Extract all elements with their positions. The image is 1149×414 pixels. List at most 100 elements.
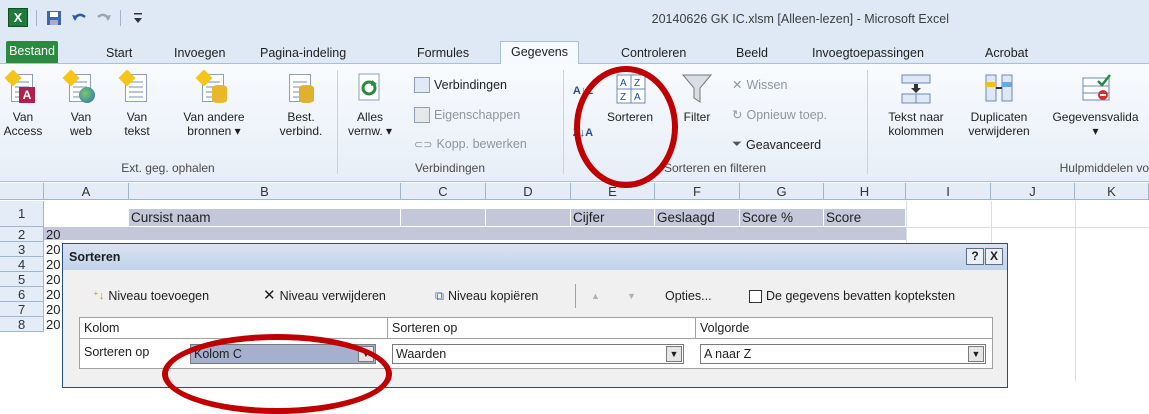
row-header-2[interactable]: 2	[0, 227, 44, 242]
cell-g1[interactable]: Score %	[740, 209, 824, 226]
sort-on-select[interactable]: Waarden ▼	[392, 344, 684, 364]
delete-level-button[interactable]: ✕ Niveau verwijderen	[263, 286, 386, 306]
from-text-button[interactable]: Van tekst	[116, 69, 158, 138]
add-level-button[interactable]: ⁺↓ Niveau toevoegen	[93, 286, 209, 306]
tab-bestand[interactable]: Bestand	[6, 41, 58, 63]
existing-connections-icon	[285, 72, 317, 106]
cell-a4[interactable]: 20	[46, 257, 60, 272]
web-icon	[62, 69, 97, 106]
column-header-d[interactable]: D	[486, 183, 571, 200]
tab-start[interactable]: Start	[106, 43, 132, 65]
reapply-button[interactable]: ↻ Opnieuw toep.	[732, 107, 827, 123]
row-header-8[interactable]: 8	[0, 317, 44, 332]
column-header-a[interactable]: A	[44, 183, 129, 200]
copy-level-button[interactable]: ⧉ Niveau kopiëren	[435, 286, 538, 306]
tab-pagina-indeling[interactable]: Pagina-indeling	[260, 43, 346, 65]
row-header-3[interactable]: 3	[0, 242, 44, 257]
from-access-button[interactable]: A Van Access	[2, 69, 44, 138]
options-button[interactable]: Opties...	[665, 286, 712, 306]
dialog-title-bar[interactable]: Sorteren ? X	[63, 244, 1007, 270]
filter-button[interactable]: Filter	[674, 72, 720, 124]
tab-beeld[interactable]: Beeld	[736, 43, 768, 65]
chevron-down-icon[interactable]: ▼	[968, 346, 984, 362]
row-header-5[interactable]: 5	[0, 272, 44, 287]
cell-a1[interactable]	[44, 209, 129, 226]
column-header-f[interactable]: F	[655, 183, 740, 200]
row-header-1[interactable]: 1	[0, 201, 44, 227]
tab-gegevens[interactable]: Gegevens	[500, 41, 579, 64]
sort-grid-header: Kolom Sorteren op Volgorde	[79, 317, 993, 339]
chain-link-icon: ⊂⊃	[414, 138, 433, 151]
sort-a-to-z-button[interactable]: A↓Z	[572, 84, 594, 98]
sort-z-to-a-button[interactable]: Z↓A	[572, 126, 594, 140]
column-header-g[interactable]: G	[740, 183, 824, 200]
cell-a5[interactable]: 20	[46, 272, 60, 287]
sort-level-row[interactable]: Sorteren op Kolom C ▼ Waarden ▼ A naar Z…	[79, 339, 993, 369]
advanced-filter-icon: ⏷	[732, 137, 743, 151]
refresh-all-button[interactable]: Alles vernw. ▾	[344, 72, 396, 138]
sort-za-icon: Z↓A	[572, 127, 594, 139]
cell-a8[interactable]: 20	[46, 317, 60, 332]
select-all-corner[interactable]	[0, 183, 44, 200]
cell-e1[interactable]: Cijfer	[571, 209, 655, 226]
connections-icon	[414, 77, 430, 93]
window-title: 20140626 GK IC.xlsm [Alleen-lezen] - Mic…	[651, 12, 949, 26]
group-label-ext: Ext. geg. ophalen	[121, 161, 215, 175]
column-header-k[interactable]: K	[1075, 183, 1149, 200]
properties-button[interactable]: Eigenschappen	[414, 107, 520, 123]
headers-checkbox[interactable]	[749, 289, 762, 303]
column-header-e[interactable]: E	[571, 183, 655, 200]
column-header-b[interactable]: B	[129, 183, 401, 200]
row-header-4[interactable]: 4	[0, 257, 44, 272]
order-select[interactable]: A naar Z ▼	[700, 344, 986, 364]
existing-connections-button[interactable]: Best. verbind.	[276, 72, 326, 138]
chevron-down-icon[interactable]: ▼	[358, 346, 374, 362]
group-separator	[337, 70, 338, 174]
tab-controleren[interactable]: Controleren	[621, 43, 686, 65]
edit-links-button[interactable]: ⊂⊃ Kopp. bewerken	[414, 137, 527, 151]
cell-c1[interactable]	[401, 209, 486, 226]
tab-formules[interactable]: Formules	[417, 43, 469, 65]
from-other-sources-button[interactable]: Van andere bronnen ▾	[168, 69, 260, 138]
cell-a2[interactable]: 20	[46, 227, 60, 242]
tab-invoegen[interactable]: Invoegen	[174, 43, 225, 65]
sort-dialog: Sorteren ? X ⁺↓ Niveau toevoegen ✕ Niveau …	[62, 243, 1008, 388]
cell-a6[interactable]: 20	[46, 287, 60, 302]
cell-b1[interactable]: Cursist naam	[129, 209, 401, 226]
close-button[interactable]: X	[985, 248, 1003, 265]
cell-a3[interactable]: 20	[46, 242, 60, 257]
column-header-kolom: Kolom	[80, 318, 388, 338]
cell-h1[interactable]: Score	[824, 209, 906, 226]
headers-checkbox-row[interactable]: De gegevens bevatten kopteksten	[749, 286, 955, 306]
chevron-down-icon[interactable]: ▼	[666, 346, 682, 362]
from-web-button[interactable]: Van web	[60, 69, 102, 138]
column-header-i[interactable]: I	[906, 183, 991, 200]
clear-filter-button[interactable]: ✕ Wissen	[732, 77, 787, 93]
help-button[interactable]: ?	[966, 248, 984, 265]
gridline	[1075, 201, 1076, 381]
advanced-filter-button[interactable]: ⏷ Geavanceerd	[732, 137, 821, 152]
remove-duplicates-icon	[983, 72, 1015, 106]
column-header-h[interactable]: H	[824, 183, 906, 200]
svg-text:A: A	[620, 78, 627, 89]
row-header-7[interactable]: 7	[0, 302, 44, 317]
move-up-icon[interactable]: ▲	[591, 286, 600, 306]
copy-level-icon: ⧉	[435, 289, 444, 303]
row-header-6[interactable]: 6	[0, 287, 44, 302]
tab-acrobat[interactable]: Acrobat	[985, 43, 1028, 65]
tab-invoegtoepassingen[interactable]: Invoegtoepassingen	[812, 43, 924, 65]
column-header-c[interactable]: C	[401, 183, 486, 200]
sort-button[interactable]: AZZA Sorteren	[598, 72, 662, 124]
data-validation-button[interactable]: Gegevensvalida ▾	[1042, 72, 1149, 138]
text-to-columns-button[interactable]: Tekst naar kolommen	[876, 72, 956, 138]
column-header-j[interactable]: J	[991, 183, 1075, 200]
remove-duplicates-button[interactable]: Duplicaten verwijderen	[958, 72, 1040, 138]
cell-a7[interactable]: 20	[46, 302, 60, 317]
column-select-value: Kolom C	[194, 347, 242, 361]
cell-f1[interactable]: Geslaagd	[655, 209, 740, 226]
cell-d1[interactable]	[486, 209, 571, 226]
dialog-title: Sorteren	[69, 250, 121, 264]
column-select[interactable]: Kolom C ▼	[190, 344, 376, 364]
connections-button[interactable]: Verbindingen	[414, 77, 507, 93]
move-down-icon[interactable]: ▼	[627, 286, 636, 306]
